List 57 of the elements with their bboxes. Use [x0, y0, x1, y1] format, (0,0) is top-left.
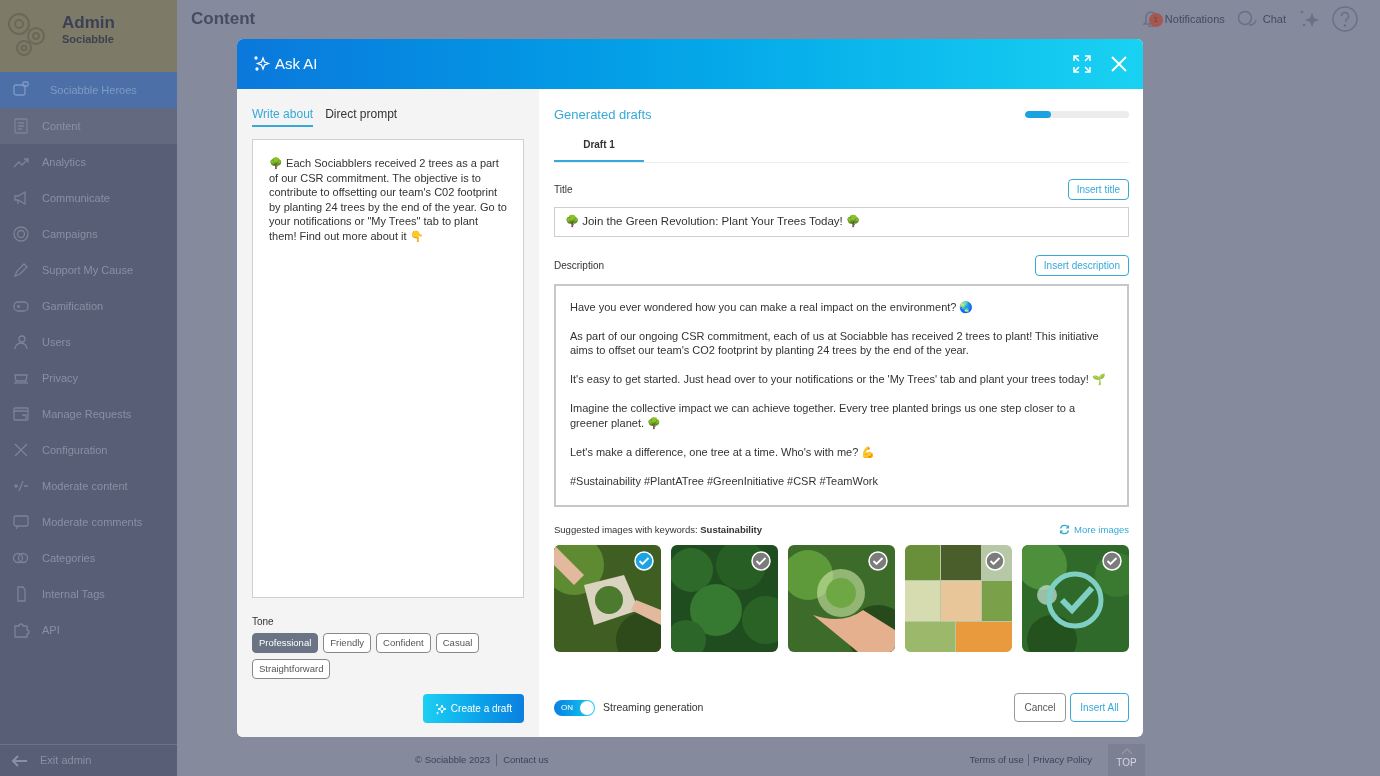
- privacy-link[interactable]: Privacy Policy: [1032, 752, 1092, 768]
- tab[interactable]: Write about: [252, 105, 314, 127]
- checkmark-icon[interactable]: [1102, 550, 1122, 571]
- puzzle-icon: [12, 621, 30, 639]
- admin-title: Admin: [62, 12, 115, 34]
- admin-subtitle: Sociabble: [62, 33, 115, 47]
- more-images-link[interactable]: More images: [1059, 522, 1129, 537]
- description-field[interactable]: [554, 283, 1129, 507]
- description-paragraph: As part of our ongoing CSR commitment, each of us at Sociabble has received 2 trees to plant! This initiative aims to offset our team's CO2 footprint by planting 24 trees by the end of the year.: [570, 328, 1100, 358]
- refresh-icon: [1059, 524, 1071, 536]
- checkmark-icon[interactable]: [985, 550, 1005, 571]
- comment-icon: [12, 513, 30, 531]
- back-to-top-button[interactable]: TOP: [1108, 744, 1145, 776]
- draft-tab[interactable]: Draft 1: [554, 136, 644, 162]
- description-paragraph: #Sustainability #PlantATree #GreenInitiative #CSR #TeamWork: [570, 473, 879, 488]
- sparkle-icon: [253, 55, 271, 73]
- sparkle-icon: [434, 702, 447, 715]
- terms-link[interactable]: Terms of use: [969, 752, 1024, 768]
- pen-icon: [12, 261, 30, 279]
- tone-label: Tone: [252, 615, 275, 629]
- description-paragraph: Let's make a difference, one tree at a time. Who's with me? 💪: [570, 444, 877, 459]
- insert-description-button[interactable]: Insert description: [1034, 254, 1129, 276]
- tone-chip[interactable]: Confident: [376, 633, 431, 653]
- insert-title-button[interactable]: Insert title: [1067, 178, 1129, 200]
- checkmark-icon[interactable]: [634, 550, 654, 571]
- checkmark-icon[interactable]: [751, 550, 771, 571]
- checkmark-icon[interactable]: [868, 550, 888, 571]
- prompt-text-area[interactable]: 🌳 Each Sociabblers received 2 trees as a part of our CSR commitment. The objective is to contribute to offsetting our team's C02 footprint by planting 24 trees by the end of the year. Go to your notifications or "My Trees" tab to plant them! Find out more about it 👇: [252, 139, 524, 598]
- window-icon: [12, 405, 30, 423]
- document-icon: [12, 117, 30, 135]
- user-icon: [12, 333, 30, 351]
- tone-chip[interactable]: Professional: [252, 633, 319, 653]
- arrow-left-icon: [12, 754, 28, 767]
- chat-bubbles-icon: [1236, 10, 1257, 28]
- page-title: Content: [191, 8, 256, 31]
- tone-chip[interactable]: Friendly: [323, 633, 372, 653]
- suggested-images-label: Suggested images with keywords: Sustainability: [554, 522, 763, 537]
- dialog-title: Ask AI: [275, 53, 318, 74]
- section-heading: Generated drafts: [554, 106, 652, 124]
- contact-link[interactable]: Contact us: [503, 752, 549, 768]
- description-paragraph: It's easy to get started. Just head over to your notifications or the 'My Trees' tab and plant your trees today! 🌱: [570, 372, 1107, 387]
- title-label: Title: [554, 182, 573, 197]
- description-paragraph: Imagine the collective impact we can achieve together. Every tree planted brings us one step closer to a greener planet. 🌳: [570, 401, 1077, 430]
- insert-all-button[interactable]: Insert All: [1070, 693, 1129, 722]
- chat-button[interactable]: Chat: [1236, 10, 1286, 28]
- copyright-text: © Sociabble 2023: [415, 752, 491, 767]
- description-paragraph: Have you ever wondered how you can make a real impact on the environment? 🌏: [570, 299, 975, 314]
- tone-chip[interactable]: Straightforward: [252, 659, 331, 679]
- streaming-toggle[interactable]: ON: [554, 699, 595, 716]
- tab[interactable]: Direct prompt: [325, 105, 398, 127]
- title-field[interactable]: 🌳 Join the Green Revolution: Plant Your Trees Today! 🌳: [554, 206, 1129, 237]
- create-draft-button[interactable]: Create a draft: [422, 694, 524, 723]
- target-icon: [12, 225, 30, 243]
- cancel-button[interactable]: Cancel: [1014, 693, 1066, 722]
- tone-chip[interactable]: Casual: [435, 633, 480, 653]
- description-label: Description: [554, 258, 605, 273]
- streaming-label: Streaming generation: [603, 699, 704, 715]
